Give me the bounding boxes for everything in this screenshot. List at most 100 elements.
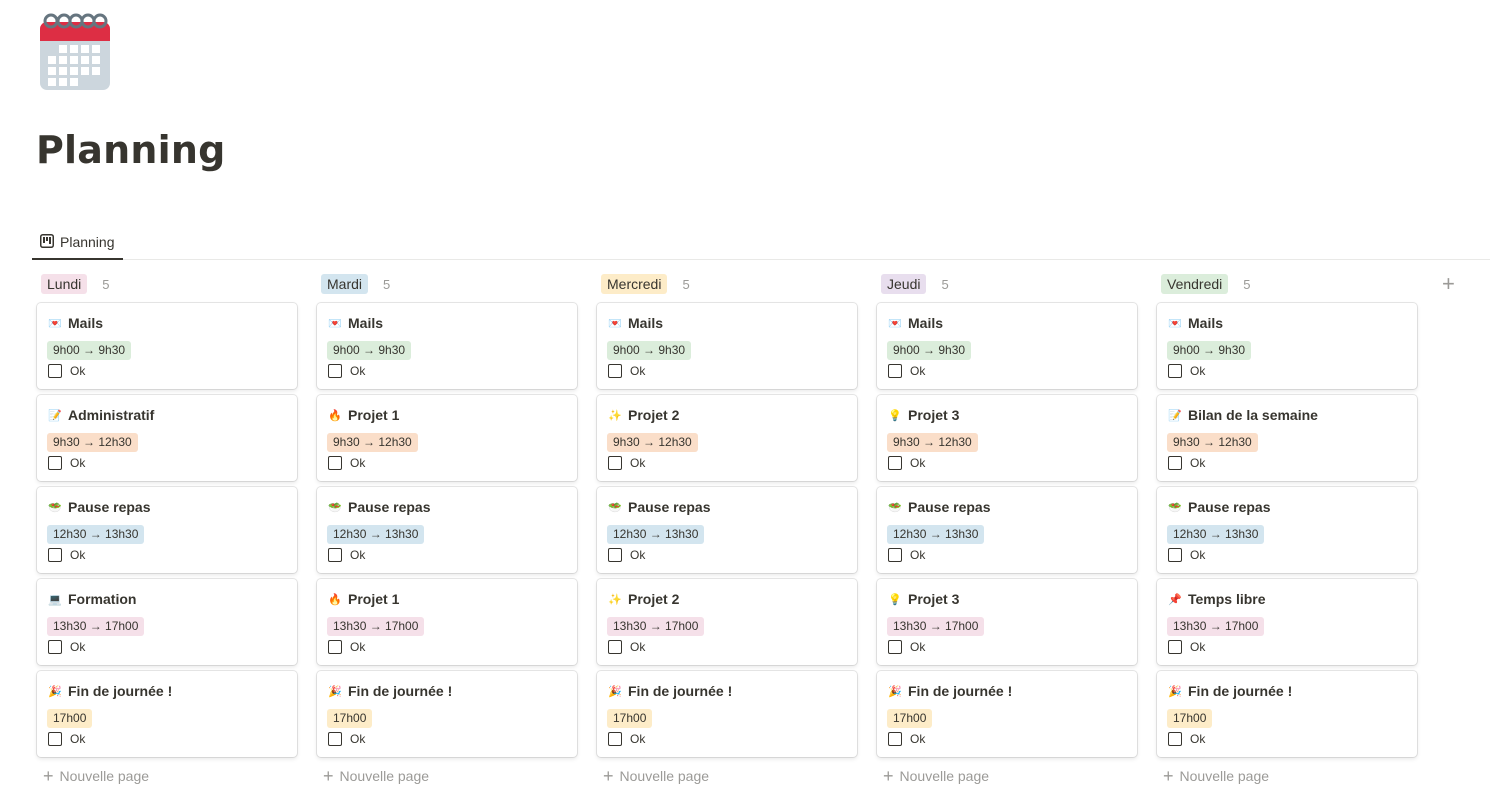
calendar-icon[interactable] — [40, 12, 110, 90]
board-card[interactable]: ✨ Projet 2 9h30 → 12h30 Ok — [597, 395, 857, 481]
memo-icon: 📝 — [48, 409, 62, 422]
board-card[interactable]: 💌 Mails 9h00 → 9h30 Ok — [877, 303, 1137, 389]
ok-checkbox[interactable] — [48, 548, 62, 562]
column-tag[interactable]: Mercredi — [601, 274, 668, 294]
ok-checkbox[interactable] — [48, 364, 62, 378]
board-view-icon — [40, 233, 54, 251]
board-card[interactable]: 🥗 Pause repas 12h30 → 13h30 Ok — [317, 487, 577, 573]
card-title-text: Pause repas — [1188, 499, 1271, 515]
time-badge: 9h30 → 12h30 — [1167, 433, 1258, 452]
card-title: 🎉 Fin de journée ! — [327, 681, 567, 701]
board-card[interactable]: ✨ Projet 2 13h30 → 17h00 Ok — [597, 579, 857, 665]
time-badge: 13h30 → 17h00 — [887, 617, 985, 636]
light-bulb-icon: 💡 — [888, 593, 902, 606]
ok-checkbox[interactable] — [888, 456, 902, 470]
ok-checkbox[interactable] — [328, 640, 342, 654]
new-page-button[interactable]: + Nouvelle page — [316, 763, 580, 789]
love-letter-icon: 💌 — [328, 317, 342, 330]
board-card[interactable]: 📝 Bilan de la semaine 9h30 → 12h30 Ok — [1157, 395, 1417, 481]
card-title-text: Projet 2 — [628, 407, 680, 423]
ok-checkbox[interactable] — [1168, 456, 1182, 470]
ok-checkbox-row: Ok — [1167, 364, 1407, 378]
ok-checkbox-row: Ok — [47, 732, 287, 746]
add-group-button[interactable]: + — [1442, 273, 1455, 295]
checkbox-label: Ok — [630, 364, 646, 378]
ok-checkbox-row: Ok — [47, 640, 287, 654]
new-page-button[interactable]: + Nouvelle page — [876, 763, 1140, 789]
board-card[interactable]: 💌 Mails 9h00 → 9h30 Ok — [317, 303, 577, 389]
ok-checkbox[interactable] — [1168, 548, 1182, 562]
ok-checkbox[interactable] — [888, 732, 902, 746]
ok-checkbox[interactable] — [888, 548, 902, 562]
tab-planning[interactable]: Planning — [32, 226, 123, 260]
column-tag[interactable]: Jeudi — [881, 274, 927, 294]
ok-checkbox[interactable] — [48, 640, 62, 654]
ok-checkbox[interactable] — [328, 732, 342, 746]
board-card[interactable]: 💡 Projet 3 13h30 → 17h00 Ok — [877, 579, 1137, 665]
new-page-button[interactable]: + Nouvelle page — [596, 763, 860, 789]
checkbox-label: Ok — [70, 364, 86, 378]
board-card[interactable]: 🎉 Fin de journée ! 17h00 Ok — [597, 671, 857, 757]
ok-checkbox-row: Ok — [327, 732, 567, 746]
page-title[interactable]: Planning — [36, 128, 226, 172]
board-card[interactable]: 💌 Mails 9h00 → 9h30 Ok — [37, 303, 297, 389]
column-header: Vendredi 5 — [1156, 270, 1420, 298]
ok-checkbox[interactable] — [328, 548, 342, 562]
ok-checkbox[interactable] — [328, 456, 342, 470]
board-card[interactable]: 🥗 Pause repas 12h30 → 13h30 Ok — [877, 487, 1137, 573]
board-card[interactable]: 🔥 Projet 1 13h30 → 17h00 Ok — [317, 579, 577, 665]
board-card[interactable]: 🥗 Pause repas 12h30 → 13h30 Ok — [37, 487, 297, 573]
new-page-button[interactable]: + Nouvelle page — [36, 763, 300, 789]
board-card[interactable]: 🥗 Pause repas 12h30 → 13h30 Ok — [1157, 487, 1417, 573]
board-card[interactable]: 🎉 Fin de journée ! 17h00 Ok — [877, 671, 1137, 757]
ok-checkbox[interactable] — [1168, 364, 1182, 378]
ok-checkbox[interactable] — [888, 640, 902, 654]
board-card[interactable]: 💡 Projet 3 9h30 → 12h30 Ok — [877, 395, 1137, 481]
ok-checkbox[interactable] — [608, 456, 622, 470]
card-title: 📝 Administratif — [47, 405, 287, 425]
board-card[interactable]: 🎉 Fin de journée ! 17h00 Ok — [317, 671, 577, 757]
ok-checkbox[interactable] — [328, 364, 342, 378]
ok-checkbox[interactable] — [608, 640, 622, 654]
column-tag[interactable]: Vendredi — [1161, 274, 1229, 294]
checkbox-label: Ok — [630, 456, 646, 470]
time-badge: 9h00 → 9h30 — [607, 341, 692, 360]
board-card[interactable]: 📌 Temps libre 13h30 → 17h00 Ok — [1157, 579, 1417, 665]
time-badge: 9h00 → 9h30 — [47, 341, 132, 360]
plus-icon: + — [883, 766, 894, 786]
ok-checkbox[interactable] — [1168, 732, 1182, 746]
board-card[interactable]: 💻 Formation 13h30 → 17h00 Ok — [37, 579, 297, 665]
checkbox-label: Ok — [1190, 640, 1206, 654]
board-card[interactable]: 📝 Administratif 9h30 → 12h30 Ok — [37, 395, 297, 481]
ok-checkbox-row: Ok — [47, 548, 287, 562]
ok-checkbox[interactable] — [48, 732, 62, 746]
board-card[interactable]: 🔥 Projet 1 9h30 → 12h30 Ok — [317, 395, 577, 481]
new-page-button[interactable]: + Nouvelle page — [1156, 763, 1420, 789]
board-card[interactable]: 🎉 Fin de journée ! 17h00 Ok — [37, 671, 297, 757]
checkbox-label: Ok — [630, 732, 646, 746]
column-tag[interactable]: Mardi — [321, 274, 369, 294]
ok-checkbox-row: Ok — [1167, 456, 1407, 470]
plus-icon: + — [603, 766, 614, 786]
ok-checkbox[interactable] — [608, 732, 622, 746]
column-count: 5 — [1243, 276, 1251, 292]
ok-checkbox[interactable] — [48, 456, 62, 470]
ok-checkbox[interactable] — [888, 364, 902, 378]
board-card[interactable]: 🥗 Pause repas 12h30 → 13h30 Ok — [597, 487, 857, 573]
column-tag[interactable]: Lundi — [41, 274, 88, 294]
time-badge: 17h00 — [1167, 709, 1213, 728]
time-badge: 9h00 → 9h30 — [1167, 341, 1252, 360]
column-count: 5 — [102, 276, 110, 292]
time-badge: 17h00 — [887, 709, 933, 728]
ok-checkbox-row: Ok — [607, 364, 847, 378]
love-letter-icon: 💌 — [608, 317, 622, 330]
board-card[interactable]: 💌 Mails 9h00 → 9h30 Ok — [1157, 303, 1417, 389]
ok-checkbox[interactable] — [608, 364, 622, 378]
board-card[interactable]: 💌 Mails 9h00 → 9h30 Ok — [597, 303, 857, 389]
new-page-label: Nouvelle page — [339, 768, 430, 784]
ok-checkbox[interactable] — [608, 548, 622, 562]
card-title-text: Projet 1 — [348, 407, 400, 423]
ok-checkbox[interactable] — [1168, 640, 1182, 654]
board-card[interactable]: 🎉 Fin de journée ! 17h00 Ok — [1157, 671, 1417, 757]
card-title: 🥗 Pause repas — [327, 497, 567, 517]
